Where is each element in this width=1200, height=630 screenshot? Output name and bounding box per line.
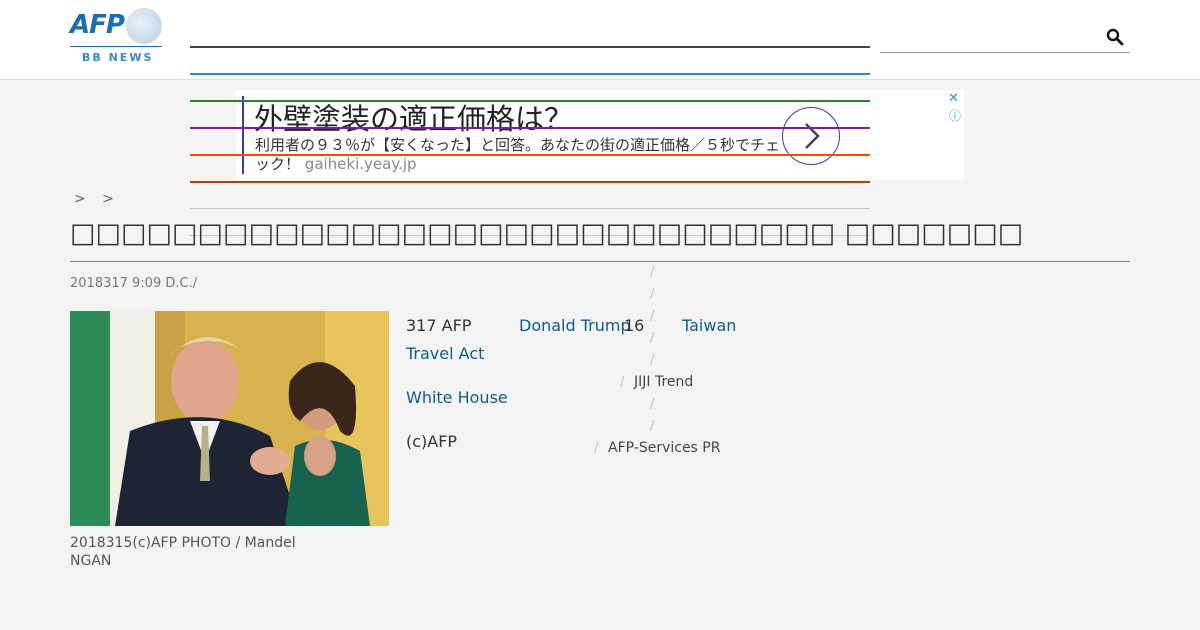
article-text-1: 317 AFP <box>406 316 472 335</box>
nav-menu-line-3[interactable] <box>190 100 870 102</box>
article-photo[interactable] <box>70 311 389 526</box>
nav-menu-line-5[interactable] <box>190 154 870 156</box>
ad-close-icon[interactable]: ✕ <box>948 91 959 106</box>
logo-divider <box>70 46 162 47</box>
nav-menu-line-2[interactable] <box>190 73 870 75</box>
nav-menu-line-4[interactable] <box>190 127 870 129</box>
side-divider: / <box>650 419 655 434</box>
ad-title[interactable]: 外壁塗装の適正価格は？ <box>254 96 573 138</box>
photo-caption: 2018315(c)AFP PHOTO / Mandel NGAN <box>70 535 296 569</box>
ad-accent-bar <box>242 96 244 174</box>
nav-menu-line-7[interactable] <box>190 208 870 209</box>
logo-text: AFP <box>70 10 125 40</box>
search-icon[interactable] <box>1106 28 1124 46</box>
article-title: □□□□□□□□□□□□□□□□□□□□□□□□□□□□□□ □□□□□□□ <box>70 218 1130 262</box>
advertisement-banner[interactable]: 外壁塗装の適正価格は？ 利用者の９３％が【安くなった】と回答。あなたの街の適正価… <box>236 90 964 180</box>
link-taiwan[interactable]: Taiwan <box>682 316 736 335</box>
ad-info-icon[interactable]: ⓘ <box>949 107 961 124</box>
side-divider: / <box>650 265 655 280</box>
ad-url[interactable]: gaiheki.yeay.jp <box>305 155 417 173</box>
side-divider: / <box>650 287 655 302</box>
article-date: 2018317 9:09 D.C./ <box>70 276 198 291</box>
side-divider: / <box>650 353 655 368</box>
logo-subtitle: BB NEWS <box>82 51 154 64</box>
breadcrumb[interactable]: > > <box>74 191 120 207</box>
side-divider: / <box>650 309 655 324</box>
article-text-2: 16 <box>624 316 645 335</box>
side-divider: / <box>650 331 655 346</box>
link-white-house[interactable]: White House <box>406 388 508 407</box>
search-input[interactable] <box>880 20 1130 53</box>
link-travel-act[interactable]: Travel Act <box>406 344 484 363</box>
nav-menu-line-1[interactable] <box>190 46 870 48</box>
chevron-right-icon[interactable] <box>782 107 840 165</box>
side-divider: / <box>620 375 625 390</box>
article-credit: (c)AFP <box>406 432 458 451</box>
side-divider: / <box>594 441 599 456</box>
globe-icon <box>126 8 162 44</box>
side-link-jiji-trend[interactable]: JIJI Trend <box>634 374 693 390</box>
side-link-afp-services[interactable]: AFP-Services PR <box>608 440 720 456</box>
side-divider: / <box>650 397 655 412</box>
link-donald-trump[interactable]: Donald Trump <box>519 316 631 335</box>
afpbb-logo[interactable]: AFP BB NEWS <box>70 8 162 64</box>
site-header: AFP BB NEWS <box>0 0 1200 80</box>
nav-menu-line-6[interactable] <box>190 181 870 183</box>
